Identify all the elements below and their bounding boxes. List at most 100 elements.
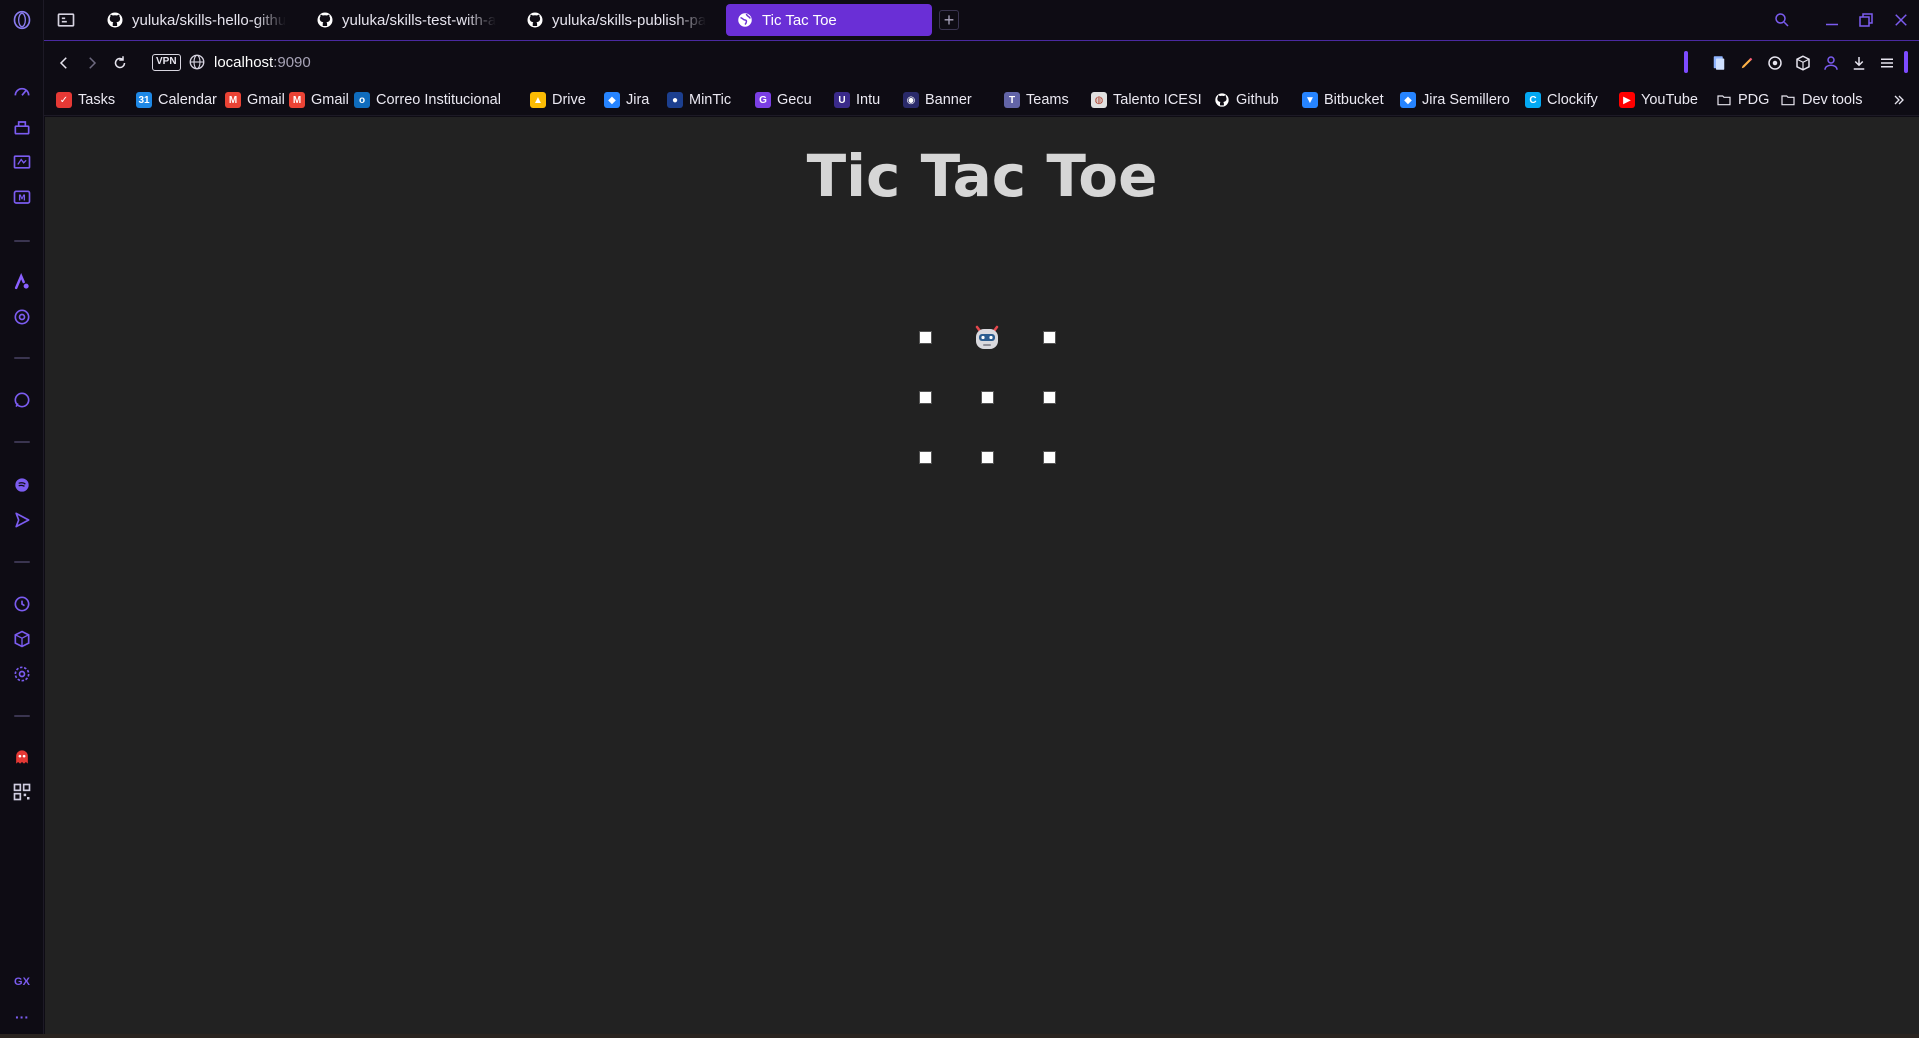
opera-logo-icon[interactable] (10, 8, 34, 32)
bookmarks-overflow-icon[interactable] (1889, 90, 1909, 110)
outlook-icon: o (354, 92, 370, 108)
bookmark-calendar[interactable]: 31 Calendar (136, 90, 217, 110)
spotify-icon[interactable] (10, 473, 34, 497)
svg-text:M: M (18, 194, 25, 203)
bookmark-talento-icesi[interactable]: ◍ Talento ICESI (1091, 90, 1202, 110)
board-cell-2-0[interactable] (905, 437, 945, 477)
gmail-icon: M (289, 92, 305, 108)
bookmark-label: Banner (925, 92, 972, 108)
bottom-strip (0, 1034, 1919, 1038)
empty-cell-checkbox (980, 390, 994, 404)
board-cell-0-0[interactable] (905, 317, 945, 357)
board-cell-1-0[interactable] (905, 377, 945, 417)
bookmark-teams[interactable]: T Teams (1004, 90, 1069, 110)
bookmark-correo-institucional[interactable]: o Correo Institucional (354, 90, 501, 110)
bookmark-github[interactable]: Github (1214, 90, 1279, 110)
restore-icon[interactable] (1854, 8, 1878, 32)
new-tab-button[interactable]: + (939, 10, 959, 30)
forward-button[interactable] (80, 51, 104, 75)
tab-label: yuluka/skills-test-with-act (342, 11, 496, 29)
bookmark-label: Gmail (311, 92, 349, 108)
tab-skills-publish-packages[interactable]: yuluka/skills-publish-pack (516, 4, 716, 36)
more-icon[interactable]: ··· (10, 1005, 34, 1029)
tab-tic-tac-toe[interactable]: Tic Tac Toe (726, 4, 932, 36)
back-button[interactable] (52, 51, 76, 75)
bookmark-intu[interactable]: U Intu (834, 90, 880, 110)
bookmark-label: Bitbucket (1324, 92, 1384, 108)
aria-ai-icon[interactable] (10, 270, 34, 294)
bookmark-tasks[interactable]: ✓ Tasks (56, 90, 115, 110)
bookmark-gecu[interactable]: G Gecu (755, 90, 812, 110)
board-cell-0-2[interactable] (1029, 317, 1069, 357)
bookmark-label: Gecu (777, 92, 812, 108)
bookmark-label: Jira (626, 92, 650, 108)
tab-strip: yuluka/skills-hello-github yuluka/skills… (44, 0, 1919, 40)
bookmark-gmail[interactable]: M Gmail (289, 90, 349, 110)
tab-skills-test-with-actions[interactable]: yuluka/skills-test-with-act (306, 4, 506, 36)
menu-icon[interactable] (1876, 52, 1898, 74)
sports-icon[interactable] (10, 150, 34, 174)
qr-code-icon[interactable] (10, 780, 34, 804)
site-info-icon[interactable] (188, 53, 206, 71)
url-port: :9090 (273, 54, 311, 71)
gecu-icon: G (755, 92, 771, 108)
target-icon[interactable] (1764, 52, 1786, 74)
board-cell-2-2[interactable] (1029, 437, 1069, 477)
url-field[interactable]: localhost:9090 (214, 54, 311, 71)
board-cell-1-1[interactable] (967, 377, 1007, 417)
tab-label: yuluka/skills-publish-pack (552, 11, 706, 29)
empty-cell-checkbox (918, 390, 932, 404)
reload-button[interactable] (108, 51, 132, 75)
mintic-icon: ● (667, 92, 683, 108)
download-icon[interactable] (1848, 52, 1870, 74)
pinboard-icon[interactable] (1708, 52, 1730, 74)
bitbucket-icon: ▼ (1302, 92, 1318, 108)
profile-icon[interactable] (1820, 52, 1842, 74)
empty-cell-checkbox (1042, 450, 1056, 464)
search-tabs-icon[interactable] (1770, 8, 1794, 32)
speed-dial-icon[interactable] (10, 80, 34, 104)
ghost-icon[interactable] (10, 745, 34, 769)
tab-label: yuluka/skills-hello-github (132, 11, 286, 29)
accent-bar (1904, 51, 1908, 73)
board-cell-1-2[interactable] (1029, 377, 1069, 417)
tv-icon[interactable]: M (10, 186, 34, 210)
bookmark-pdg[interactable]: PDG (1716, 90, 1769, 110)
tab-snapshot-icon[interactable] (54, 8, 78, 32)
extensions-icon[interactable] (10, 627, 34, 651)
gx-icon[interactable]: GX (10, 970, 34, 994)
clockify-icon: C (1525, 92, 1541, 108)
bookmark-banner[interactable]: ◉ Banner (903, 90, 972, 110)
board-cell-2-1[interactable] (967, 437, 1007, 477)
close-icon[interactable] (1889, 8, 1913, 32)
aria-icon[interactable] (10, 115, 34, 139)
tab-skills-hello-github[interactable]: yuluka/skills-hello-github (96, 4, 296, 36)
bookmark-dev-tools[interactable]: Dev tools (1780, 90, 1862, 110)
bookmark-youtube[interactable]: ▶ YouTube (1619, 90, 1698, 110)
vpn-badge[interactable]: VPN (152, 54, 181, 71)
bookmark-bitbucket[interactable]: ▼ Bitbucket (1302, 90, 1384, 110)
github-icon (527, 12, 543, 28)
bookmark-drive[interactable]: ▲ Drive (530, 90, 586, 110)
bookmark-label: MinTic (689, 92, 732, 108)
settings-icon[interactable] (10, 662, 34, 686)
send-icon[interactable] (10, 508, 34, 532)
pen-icon[interactable] (1736, 52, 1758, 74)
chatgpt-icon[interactable] (10, 305, 34, 329)
bookmark-clockify[interactable]: C Clockify (1525, 90, 1598, 110)
whatsapp-icon[interactable] (10, 388, 34, 412)
browser-window: M GX ··· yuluka/skills-hello-github yulu… (0, 0, 1919, 1038)
bookmark-label: Gmail (247, 92, 285, 108)
extensions-cube-icon[interactable] (1792, 52, 1814, 74)
sidebar-separator (14, 441, 30, 443)
bookmark-jira[interactable]: ◆ Jira (604, 90, 649, 110)
minimize-icon[interactable] (1820, 8, 1844, 32)
url-host: localhost (214, 54, 274, 71)
bookmark-mintic[interactable]: ● MinTic (667, 90, 731, 110)
empty-cell-checkbox (980, 450, 994, 464)
history-icon[interactable] (10, 592, 34, 616)
board-cell-0-1[interactable] (967, 317, 1007, 357)
bookmark-jira-semillero[interactable]: ◆ Jira Semillero (1400, 90, 1510, 110)
bookmark-label: Github (1236, 92, 1279, 108)
bookmark-gmail[interactable]: M Gmail (225, 90, 285, 110)
